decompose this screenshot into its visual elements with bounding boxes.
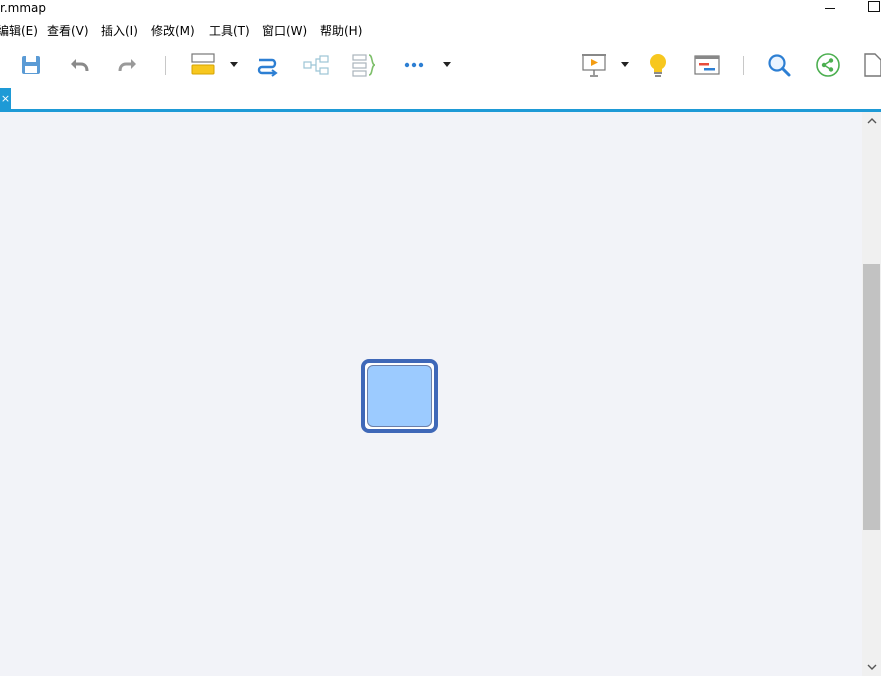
layout-button[interactable] <box>302 51 330 79</box>
menu-bar: 编辑(E) 查看(V) 插入(I) 修改(M) 工具(T) 窗口(W) 帮助(H… <box>0 21 881 41</box>
more-dropdown-icon[interactable] <box>443 62 451 67</box>
document-tab-strip: × <box>0 88 881 110</box>
lightbulb-icon <box>650 54 666 77</box>
menu-window[interactable]: 窗口(W) <box>262 24 307 39</box>
search-icon <box>768 54 791 77</box>
title-bar: r.mmap <box>0 0 881 20</box>
undo-icon <box>71 59 89 72</box>
share-button[interactable] <box>814 51 842 79</box>
scroll-thumb[interactable] <box>863 264 880 530</box>
redo-icon <box>118 59 136 72</box>
chevron-up-icon <box>867 118 876 124</box>
boundary-icon <box>352 54 376 77</box>
undo-button[interactable] <box>65 51 93 79</box>
scroll-up-button[interactable] <box>862 112 881 130</box>
menu-tools[interactable]: 工具(T) <box>209 24 250 39</box>
insert-topic-dropdown-icon[interactable] <box>230 62 238 67</box>
insert-topic-button[interactable] <box>189 51 217 79</box>
mindmap-canvas[interactable] <box>0 112 862 676</box>
close-tab-icon[interactable]: × <box>0 88 11 109</box>
document-button[interactable] <box>861 51 881 79</box>
insert-topic-icon <box>191 53 215 75</box>
minimize-icon[interactable] <box>822 0 838 16</box>
save-button[interactable] <box>17 51 45 79</box>
menu-help[interactable]: 帮助(H) <box>320 24 362 39</box>
presentation-dropdown-icon[interactable] <box>621 62 629 67</box>
menu-insert[interactable]: 插入(I) <box>101 24 138 39</box>
relationship-button[interactable] <box>253 51 281 79</box>
gantt-icon <box>694 55 720 75</box>
vertical-scrollbar[interactable] <box>862 112 881 676</box>
layout-icon <box>303 55 329 75</box>
save-icon <box>22 56 40 74</box>
document-icon <box>864 53 881 77</box>
boundary-button[interactable] <box>350 51 378 79</box>
central-topic-body <box>367 365 432 427</box>
relationship-icon <box>257 58 278 77</box>
window-title: r.mmap <box>0 1 46 15</box>
chevron-down-icon <box>867 664 876 670</box>
menu-view[interactable]: 查看(V) <box>47 24 89 39</box>
menu-modify[interactable]: 修改(M) <box>151 24 195 39</box>
presentation-icon <box>582 54 606 77</box>
more-button[interactable] <box>400 51 428 79</box>
presentation-button[interactable] <box>580 51 608 79</box>
search-button[interactable] <box>765 51 793 79</box>
more-icon <box>404 62 424 68</box>
gantt-button[interactable] <box>693 51 721 79</box>
redo-button[interactable] <box>114 51 142 79</box>
toolbar-separator <box>165 56 166 75</box>
toolbar <box>0 42 881 88</box>
maximize-icon[interactable] <box>868 1 880 12</box>
toolbar-separator <box>743 56 744 75</box>
menu-edit[interactable]: 编辑(E) <box>0 24 38 39</box>
share-icon <box>816 53 840 77</box>
scroll-down-button[interactable] <box>862 658 881 676</box>
idea-button[interactable] <box>644 51 672 79</box>
central-topic-node[interactable] <box>361 359 438 433</box>
